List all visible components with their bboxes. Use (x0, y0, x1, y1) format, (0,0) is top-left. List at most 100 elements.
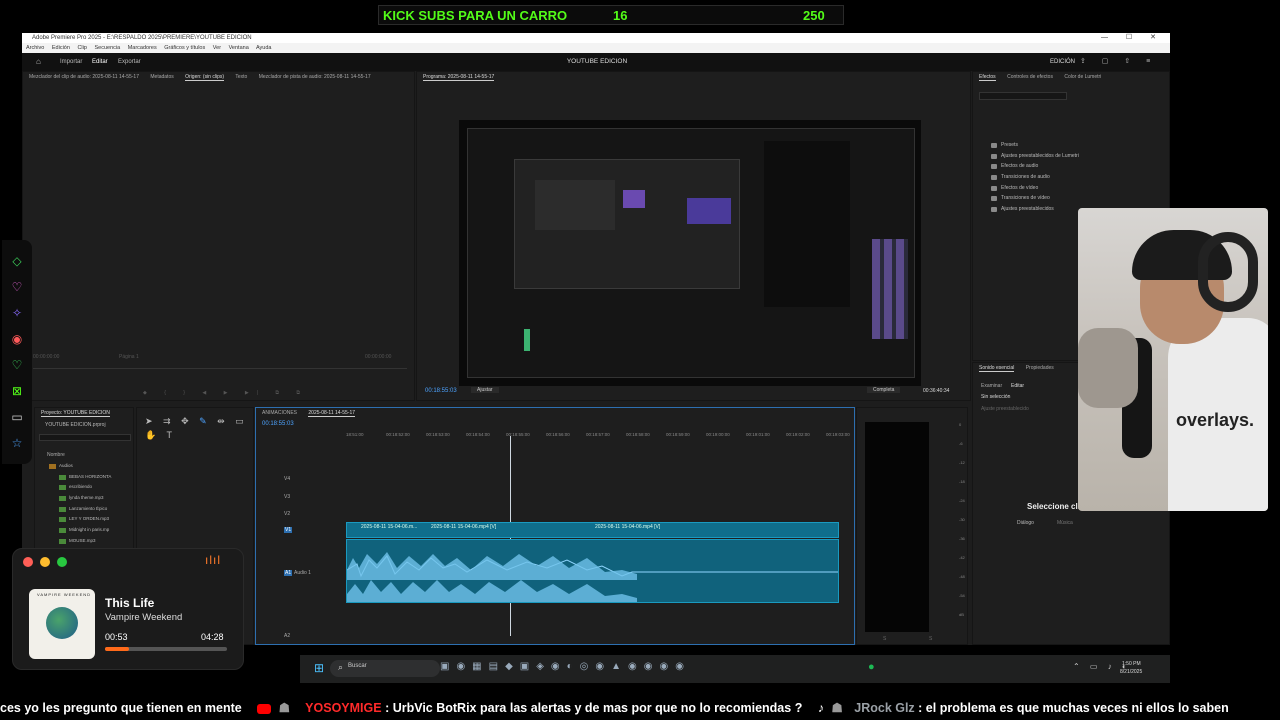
tab-importar[interactable]: Importar (60, 53, 82, 71)
program-quality-select[interactable]: Completa (867, 387, 901, 393)
tab-browse[interactable]: Examinar (981, 383, 1002, 389)
fx-video-effects[interactable]: Efectos de vídeo (983, 183, 1163, 194)
song-progress-track[interactable] (105, 647, 227, 651)
source-transport-controls[interactable]: ◆ { } ◀ ▶ ▶| ⧉ ⧉ (143, 390, 308, 396)
nested-video-thumb (687, 198, 731, 224)
taskbar-search[interactable]: ⌕ Buscar (330, 660, 440, 677)
track-v1[interactable]: V1 (284, 527, 293, 533)
tab-source[interactable]: Origen: (sin clips) (185, 74, 225, 81)
bin-item[interactable]: lynda theme.mp3 (25, 493, 135, 504)
tab-animaciones[interactable]: ANIMACIONES (262, 410, 297, 416)
tab-exportar[interactable]: Exportar (118, 53, 141, 71)
sparkle-icon: ✧ (11, 306, 23, 320)
nested-dark-panel (764, 141, 850, 307)
nested-monitor (535, 180, 615, 230)
bin-item[interactable]: BEBAS HORIZONTA (25, 472, 135, 483)
source-panel: Mezclador del clip de audio: 2025-08-11 … (22, 71, 415, 401)
taskbar-time: 1:50 PM (1122, 661, 1141, 667)
track-v4[interactable]: V4 (284, 476, 290, 482)
audio-meter-panel: 0 -6 -12 -18 -24 -30 -36 -42 -48 -54 dB S S (856, 407, 968, 645)
bin-item[interactable]: Midnight in paris.mp (25, 525, 135, 536)
timeline-ruler[interactable]: 18:51:00 00:18:52:00 00:18:53:00 00:18:54:0… (346, 432, 850, 442)
tab-edit[interactable]: Editar (1011, 383, 1024, 389)
fx-presets[interactable]: Presets (983, 140, 1163, 151)
song-total: 04:28 (201, 632, 224, 642)
dialog-button[interactable]: Diálogo (1017, 520, 1034, 526)
preset-label: Ajuste preestablecido (981, 406, 1029, 412)
menu-ver[interactable]: Ver (213, 45, 221, 51)
menu-marcadores[interactable]: Marcadores (128, 45, 157, 51)
menu-ayuda[interactable]: Ayuda (256, 45, 272, 51)
kick-subs-goal-bar: KICK SUBS PARA UN CARRO 16 250 (378, 5, 844, 25)
window-controls[interactable]: — ☐ ✕ (1101, 33, 1164, 43)
project-search-input[interactable] (39, 434, 131, 441)
home-icon[interactable]: ⌂ (36, 53, 41, 71)
fx-audio-transitions[interactable]: Transiciones de audio (983, 172, 1163, 183)
bin-item[interactable]: Lanzamiento Épico (25, 504, 135, 515)
tab-project[interactable]: Proyecto: YOUTUBE EDICION (41, 410, 110, 417)
music-button[interactable]: Música (1057, 520, 1073, 526)
effects-panel-tabs: Efectos Controles de efectos Color de Lu… (973, 72, 1169, 82)
audio-clip-a1[interactable] (346, 539, 839, 603)
timeline-tabs: ANIMACIONES 2025-08-11 14-55-17 (256, 408, 854, 418)
bin-item[interactable]: MOUSE.mp3 (25, 536, 135, 547)
nested-video-thumb-small (623, 190, 645, 208)
menu-secuencia[interactable]: Secuencia (94, 45, 120, 51)
bin-item[interactable]: escribiendo (25, 482, 135, 493)
project-name-column[interactable]: Nombre (47, 452, 65, 458)
window-title: Adobe Premiere Pro 2025 - E:\RESPALDO 20… (32, 35, 252, 41)
taskbar-date: 8/21/2025 (1120, 669, 1143, 675)
tab-effect-controls[interactable]: Controles de efectos (1007, 74, 1053, 80)
tab-text[interactable]: Texto (235, 74, 247, 80)
tools-row-1[interactable]: ➤ ⇉ ✥ ✎ ⇹ ▭ (145, 416, 248, 427)
menu-graficos[interactable]: Gráficos y títulos (164, 45, 205, 51)
menu-ventana[interactable]: Ventana (229, 45, 249, 51)
bin-folder-audios[interactable]: Audios (25, 461, 135, 472)
ticker-user-1: YOSOYMIGE (305, 701, 382, 715)
chat-ticker: ces yo les pregunto que tienen en mente … (0, 696, 1280, 720)
menu-edicion[interactable]: Edición (52, 45, 70, 51)
workspace-label[interactable]: EDICIÓN (1050, 53, 1075, 71)
source-scrubber[interactable] (33, 368, 407, 369)
windows-start-icon[interactable]: ⊞ (314, 661, 324, 675)
track-v2[interactable]: V2 (284, 511, 290, 517)
taskbar-app-icons[interactable]: ▣◉▦▤◆▣◈◉◐◎◉▲◉◉◉◉ (440, 661, 691, 672)
spotify-icon[interactable]: ● (868, 661, 875, 673)
meter-solo-right[interactable]: S (929, 636, 932, 642)
tab-sequence[interactable]: 2025-08-11 14-55-17 (308, 410, 356, 417)
tab-program[interactable]: Programa: 2025-08-11 14-55-17 (423, 74, 495, 81)
video-clip-v1[interactable]: 2025-08-11 15-04-06.m... 2025-08-11 15-0… (346, 522, 839, 538)
source-page-select[interactable]: Página 1 (119, 354, 139, 360)
tab-metadata[interactable]: Metadatos (150, 74, 173, 80)
menu-archivo[interactable]: Archivo (26, 45, 44, 51)
track-a1[interactable]: A1 (284, 570, 293, 576)
bin-item[interactable]: LEY Y ORDEN.mp3 (25, 514, 135, 525)
meter-db-label: -30 (959, 517, 965, 522)
tab-lumetri[interactable]: Color de Lumetri (1064, 74, 1101, 80)
fx-video-transitions[interactable]: Transiciones de vídeo (983, 193, 1163, 204)
ticker-user-2: JRock Glz (854, 701, 915, 715)
tab-essential-sound[interactable]: Sonido esencial (979, 365, 1015, 372)
fx-audio-effects[interactable]: Efectos de audio (983, 161, 1163, 172)
tab-effects[interactable]: Efectos (979, 74, 996, 81)
tab-editar[interactable]: Editar (92, 53, 108, 72)
youtube-icon (257, 703, 272, 714)
track-a2[interactable]: A2 (284, 633, 290, 639)
track-v3[interactable]: V3 (284, 494, 290, 500)
tab-properties[interactable]: Propiedades (1026, 365, 1054, 371)
tools-row-2[interactable]: ✋ T (145, 430, 176, 441)
maximize-dot-icon[interactable] (57, 557, 67, 567)
menu-clip[interactable]: Clip (77, 45, 86, 51)
close-dot-icon[interactable] (23, 557, 33, 567)
source-panel-tabs: Mezclador del clip de audio: 2025-08-11 … (23, 72, 414, 82)
tab-audio-track-mixer[interactable]: Mezclador de pista de audio: 2025-08-11 … (259, 74, 371, 80)
ticker-message-2: : el problema es que muchas veces ni ell… (918, 701, 1229, 715)
effects-search-input[interactable] (979, 92, 1067, 100)
fx-lumetri-presets[interactable]: Ajustes preestablecidos de Lumetri (983, 151, 1163, 162)
minimize-dot-icon[interactable] (40, 557, 50, 567)
program-fit-select[interactable]: Ajustar (471, 387, 499, 393)
meter-solo-left[interactable]: S (883, 636, 886, 642)
meter-db-label: -48 (959, 574, 965, 579)
tab-audio-clip-mixer[interactable]: Mezclador del clip de audio: 2025-08-11 … (29, 74, 139, 80)
stream-side-icons: ◇ ♡ ✧ ◉ ♡ ⊠ ▭ ☆ (2, 240, 32, 464)
